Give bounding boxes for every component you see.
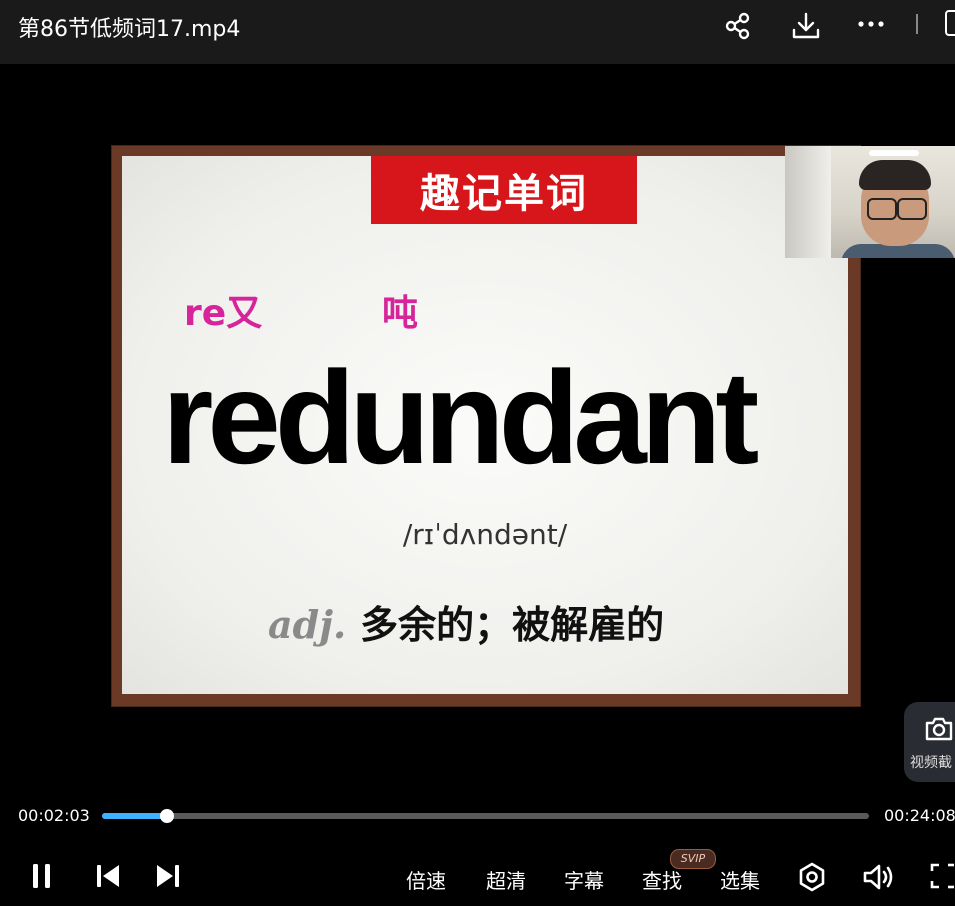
presenter-shirt	[841, 244, 955, 258]
share-icon[interactable]	[722, 10, 754, 42]
episodes-button[interactable]: 选集	[720, 865, 760, 894]
webcam-lamp	[869, 150, 919, 156]
more-icon[interactable]	[855, 10, 887, 42]
skip-next-icon	[157, 865, 179, 887]
skip-previous-icon	[97, 865, 119, 887]
fullscreen-button[interactable]	[930, 862, 955, 894]
progress-knob[interactable]	[160, 809, 175, 823]
next-button[interactable]	[154, 862, 182, 894]
toolbar-divider	[916, 14, 918, 34]
svip-badge: SVIP	[670, 849, 716, 869]
settings-icon	[799, 862, 825, 892]
slide-paper: 趣记单词 re又 吨 redundant /rɪˈdʌndənt/ adj. 多余…	[122, 156, 848, 694]
current-time: 00:02:03	[18, 806, 90, 825]
video-screenshot-label: 视频截	[910, 755, 952, 771]
settings-button[interactable]	[797, 862, 827, 896]
download-icon[interactable]	[790, 10, 822, 42]
presenter-glasses-left	[867, 198, 897, 220]
previous-button[interactable]	[94, 862, 122, 894]
fullscreen-icon	[930, 863, 954, 889]
slide-board: 趣记单词 re又 吨 redundant /rɪˈdʌndənt/ adj. 多余…	[112, 146, 860, 706]
definition: 多余的；被解雇的	[360, 603, 665, 647]
hint-left: re又	[184, 293, 263, 334]
definition-line: adj. 多余的；被解雇的	[268, 594, 664, 649]
volume-button[interactable]	[862, 862, 894, 896]
video-title: 第86节低频词17.mp4	[18, 17, 241, 42]
presenter-glasses-right	[897, 198, 927, 220]
subtitles-button[interactable]: 字幕	[564, 865, 604, 894]
camera-icon	[925, 717, 953, 741]
duration: 00:24:08	[884, 806, 955, 825]
video-screenshot-button[interactable]: 视频截	[904, 702, 955, 782]
phonetic: /rɪˈdʌndənt/	[402, 518, 568, 551]
volume-icon	[863, 864, 893, 890]
window-icon[interactable]	[945, 10, 955, 36]
webcam-background	[785, 146, 831, 258]
progress-fill	[102, 813, 168, 819]
top-bar: 第86节低频词17.mp4	[0, 0, 955, 64]
pause-button[interactable]	[30, 862, 54, 894]
quality-button[interactable]: 超清	[486, 865, 526, 894]
slide-banner: 趣记单词	[371, 156, 637, 224]
progress-bar[interactable]	[102, 809, 869, 823]
presenter-hair	[859, 160, 931, 190]
speed-button[interactable]: 倍速	[406, 865, 446, 894]
webcam-overlay	[785, 146, 955, 258]
part-of-speech: adj.	[268, 602, 347, 647]
search-button[interactable]: 查找	[642, 865, 682, 894]
vocab-word: redundant	[162, 344, 759, 491]
pause-icon	[33, 864, 50, 888]
hint-right: 吨	[382, 293, 419, 334]
